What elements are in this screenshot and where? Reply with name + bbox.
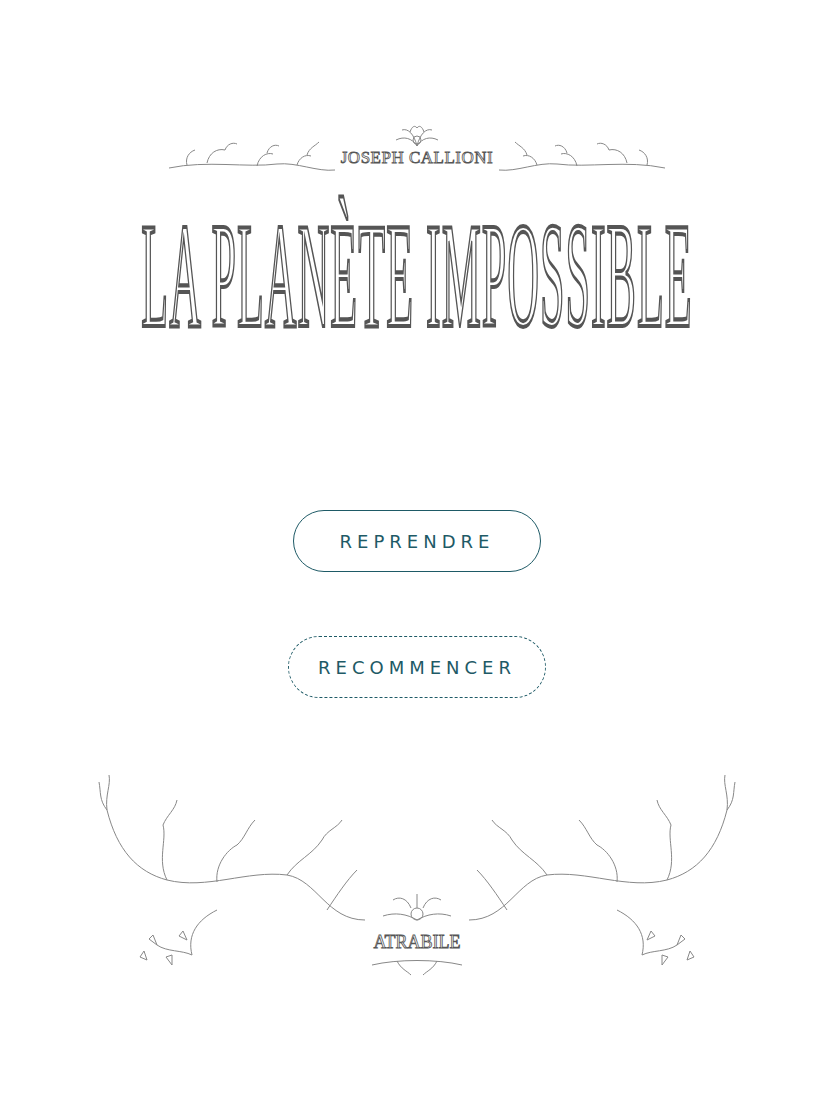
- branches-left-icon: [97, 770, 367, 990]
- menu-buttons: REPRENDRE RECOMMENCER: [288, 510, 546, 698]
- book-title: LA PLANÈTE IMPOSSIBLE: [141, 204, 692, 1112]
- publisher-name: ATRABILE: [374, 932, 461, 953]
- branches-right-icon: [467, 770, 737, 990]
- menu-button[interactable]: REPRENDRE: [293, 510, 541, 572]
- title-screen: JOSEPH CALLIONI LA PLANÈTE IMPOSSIBLE RE…: [0, 0, 834, 1112]
- title-block: LA PLANÈTE IMPOSSIBLE: [107, 204, 727, 504]
- author-name: JOSEPH CALLIONI: [341, 148, 493, 168]
- vine-left-icon: [167, 138, 337, 178]
- menu-button[interactable]: RECOMMENCER: [288, 636, 546, 698]
- crest-icon: [382, 122, 452, 148]
- author-header: JOSEPH CALLIONI: [167, 122, 667, 192]
- crest-icon: [377, 890, 457, 930]
- root-flourish-icon: [367, 955, 467, 977]
- publisher-footer: ATRABILE: [97, 770, 737, 990]
- vine-right-icon: [497, 138, 667, 178]
